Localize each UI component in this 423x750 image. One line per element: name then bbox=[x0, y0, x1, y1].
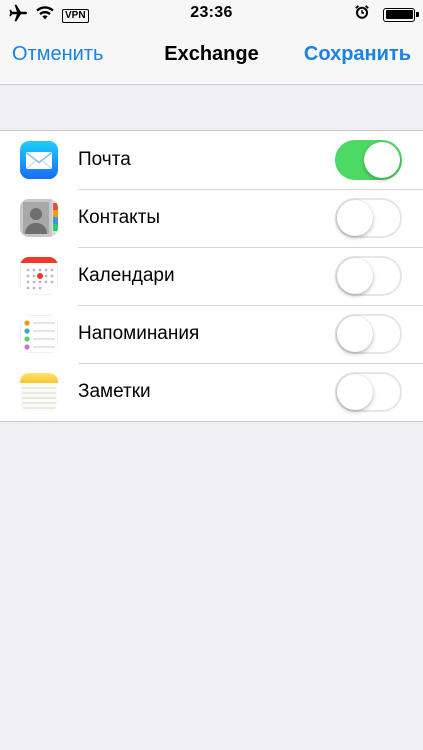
battery-icon bbox=[383, 7, 419, 22]
notes-label: Заметки bbox=[78, 381, 151, 402]
mail-label: Почта bbox=[78, 149, 131, 170]
calendars-label: Календари bbox=[78, 265, 175, 286]
toggle-knob bbox=[364, 142, 400, 178]
notes-icon bbox=[20, 373, 58, 411]
toggle-knob bbox=[337, 258, 373, 294]
toggle-knob bbox=[337, 316, 373, 352]
contacts-icon bbox=[20, 199, 58, 237]
reminders-label: Напоминания bbox=[78, 323, 200, 344]
status-bar: VPN 23:36 bbox=[0, 0, 423, 26]
cancel-button[interactable]: Отменить bbox=[12, 43, 103, 66]
notes-toggle[interactable] bbox=[335, 372, 402, 412]
toggle-knob bbox=[337, 200, 373, 236]
reminders-toggle[interactable] bbox=[335, 314, 402, 354]
contacts-label: Контакты bbox=[78, 207, 161, 228]
battery-fill bbox=[385, 10, 413, 19]
calendars-toggle[interactable] bbox=[335, 256, 402, 296]
alarm-clock-icon bbox=[355, 5, 369, 24]
list-item-calendars: Календари bbox=[0, 247, 423, 305]
list-item-contacts: Контакты bbox=[0, 189, 423, 247]
sync-options-list: Почта Контакты Календари Напоминания Зам… bbox=[0, 130, 423, 422]
mail-toggle[interactable] bbox=[335, 140, 402, 180]
navigation-bar: Отменить Exchange Сохранить bbox=[0, 26, 423, 85]
save-button[interactable]: Сохранить bbox=[304, 43, 411, 66]
toggle-knob bbox=[337, 374, 373, 410]
calendar-icon bbox=[20, 257, 58, 295]
status-right bbox=[355, 5, 419, 24]
mail-icon bbox=[20, 141, 58, 179]
contacts-toggle[interactable] bbox=[335, 198, 402, 238]
list-item-mail: Почта bbox=[0, 131, 423, 189]
list-item-reminders: Напоминания bbox=[0, 305, 423, 363]
reminders-icon bbox=[20, 315, 58, 353]
list-item-notes: Заметки bbox=[0, 363, 423, 421]
